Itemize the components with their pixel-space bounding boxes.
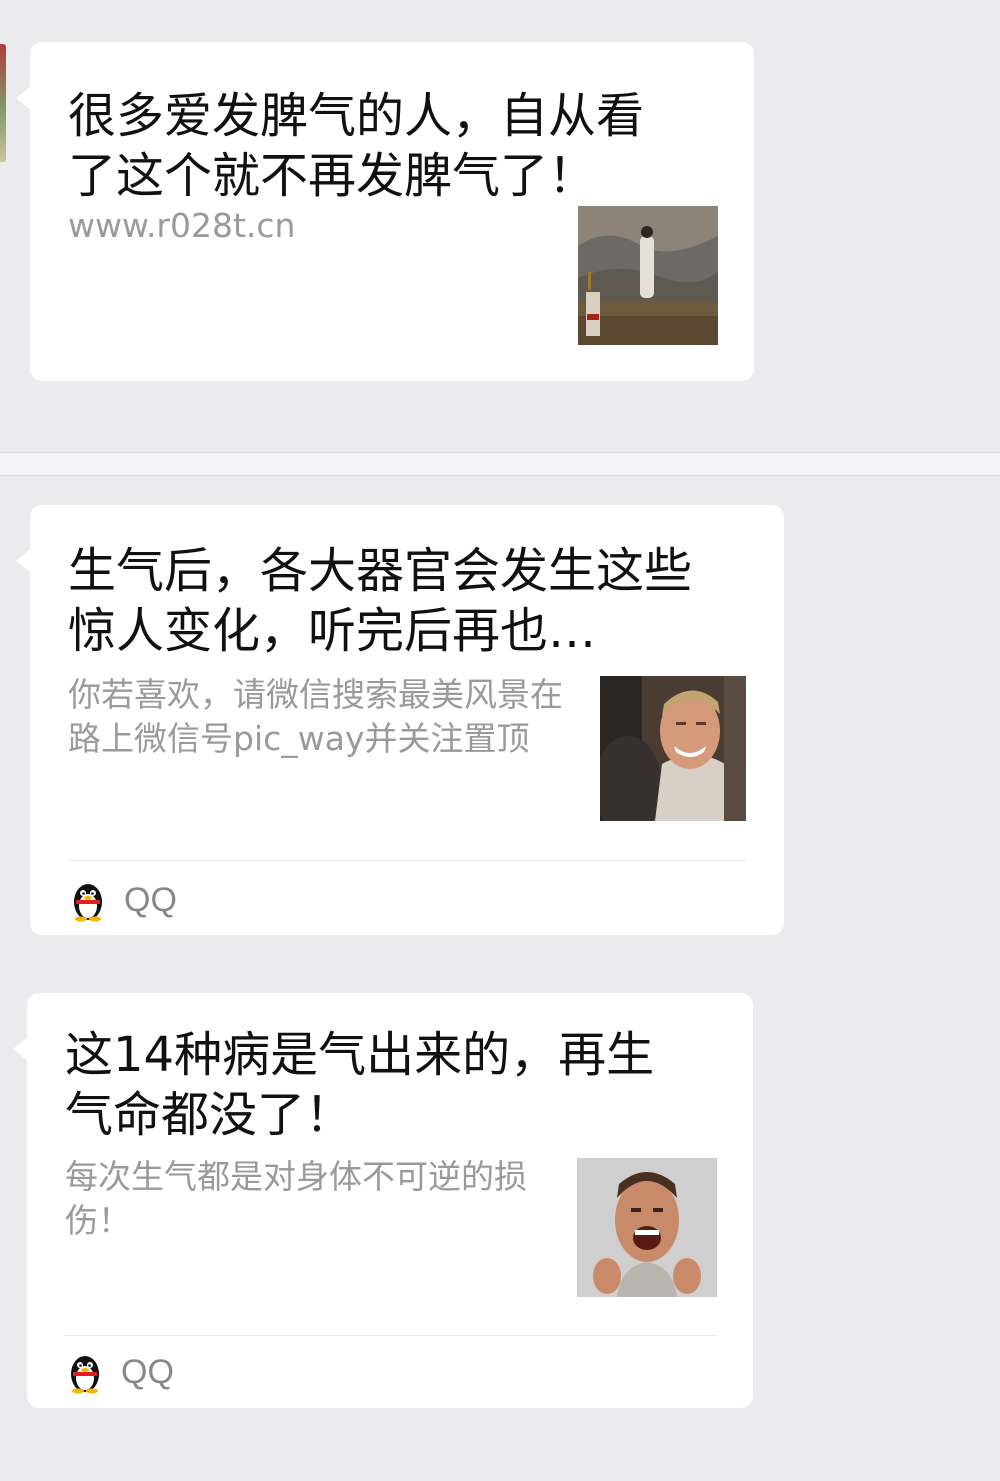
card-divider [68, 860, 746, 861]
source-name: QQ [121, 1353, 174, 1391]
woman-on-mountain-photo [578, 206, 718, 345]
source-attribution[interactable]: QQ [67, 1350, 174, 1394]
article-card-2[interactable]: 生气后，各大器官会发生这些惊人变化，听完后再也… 你若喜欢，请微信搜索最美风景在… [16, 505, 784, 935]
qq-penguin-icon [74, 884, 102, 922]
shouting-man-photo [577, 1158, 717, 1297]
article-title: 这14种病是气出来的，再生气命都没了！ [65, 1027, 655, 1143]
source-name: QQ [124, 881, 177, 919]
article-title: 生气后，各大器官会发生这些惊人变化，听完后再也… [68, 543, 693, 659]
source-attribution[interactable]: QQ [70, 878, 177, 922]
sender-avatar-edge[interactable] [0, 44, 6, 162]
qq-penguin-icon [71, 1356, 99, 1394]
article-card-1[interactable]: 很多爱发脾气的人，自从看了这个就不再发脾气了！ www.r028t.cn [16, 42, 754, 381]
article-title: 很多爱发脾气的人，自从看了这个就不再发脾气了！ [68, 88, 645, 204]
list-divider [0, 452, 1000, 476]
article-description: 每次生气都是对身体不可逆的损伤！ [65, 1157, 527, 1240]
article-url: www.r028t.cn [68, 206, 296, 245]
article-card-3[interactable]: 这14种病是气出来的，再生气命都没了！ 每次生气都是对身体不可逆的损伤！ QQ [13, 993, 753, 1408]
article-description: 你若喜欢，请微信搜索最美风景在路上微信号pic_way并关注置顶 [68, 675, 563, 758]
card-divider [65, 1335, 717, 1336]
angry-man-photo [600, 676, 746, 821]
